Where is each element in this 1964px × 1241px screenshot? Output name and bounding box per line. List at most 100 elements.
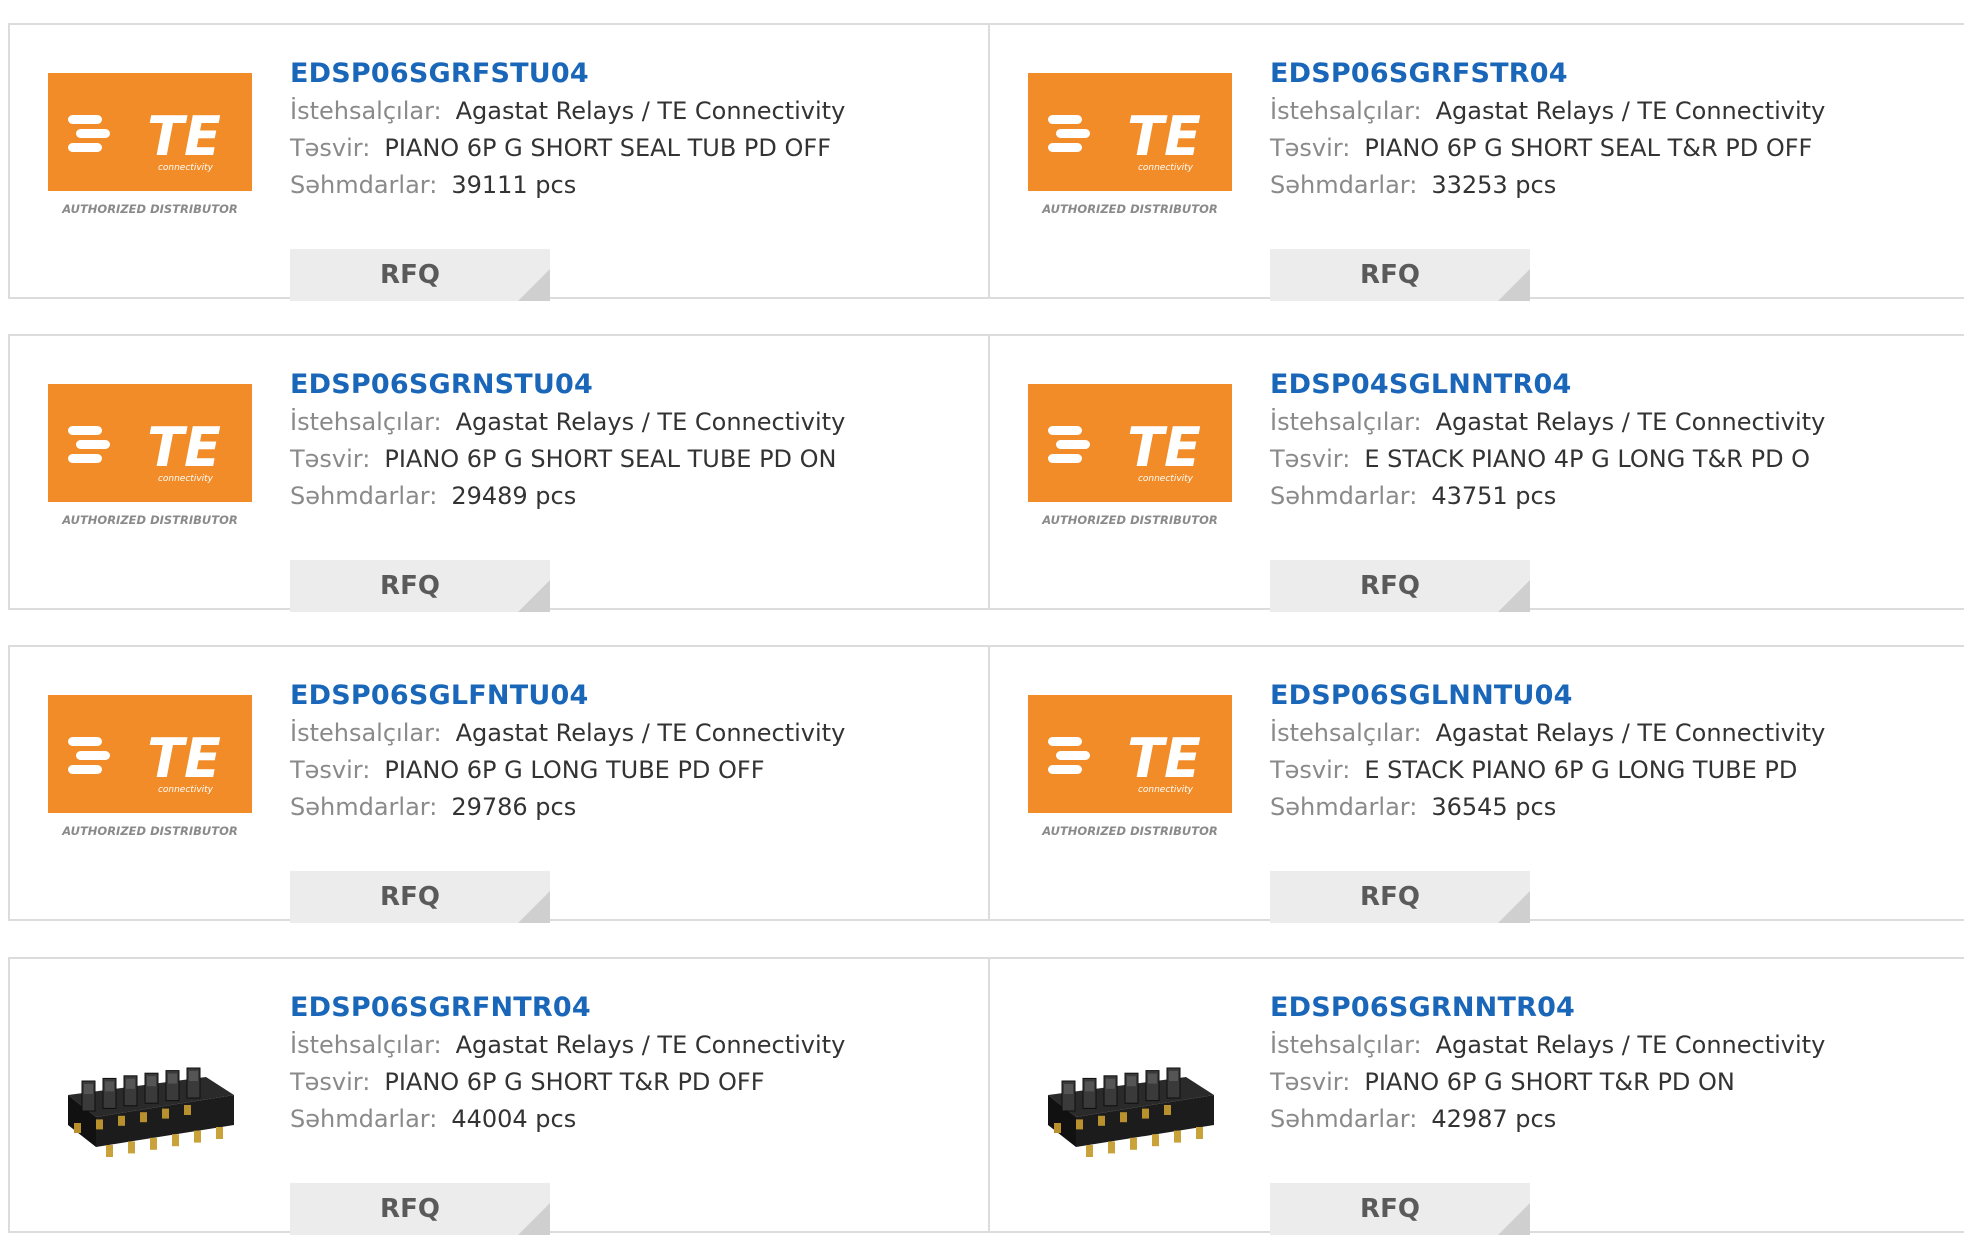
part-number-link[interactable]: EDSP06SGRNSTU04 <box>290 366 593 404</box>
manufacturer-line: İstehsalçılar: Agastat Relays / TE Connec… <box>290 93 970 130</box>
logo-brand: TE <box>1127 416 1201 479</box>
rfq-button[interactable]: RFQ <box>1270 560 1530 612</box>
manufacturer-line: İstehsalçılar: Agastat Relays / TE Connec… <box>1270 1027 1950 1064</box>
rfq-button[interactable]: RFQ <box>1270 871 1530 923</box>
product-info: EDSP06SGRNSTU04 İstehsalçılar: Agastat Rel… <box>290 366 970 612</box>
manufacturer-value: Agastat Relays / TE Connectivity <box>455 408 846 436</box>
stock-line: Səhmdarlar: 29489 pcs <box>290 478 970 515</box>
product-info: EDSP06SGRFSTR04 İstehsalçılar: Agastat Rel… <box>1270 55 1950 301</box>
logo-brand: TE <box>147 105 221 168</box>
description-label: Təsvir: <box>290 445 371 473</box>
part-number-link[interactable]: EDSP06SGRFSTU04 <box>290 55 589 93</box>
description-line: Təsvir: PIANO 6P G SHORT T&R PD ON <box>1270 1064 1950 1101</box>
dip-switch-product-image[interactable] <box>1028 1007 1232 1193</box>
rfq-label: RFQ <box>380 1194 440 1224</box>
manufacturer-label: İstehsalçılar: <box>1270 408 1422 436</box>
rfq-button[interactable]: RFQ <box>1270 1183 1530 1235</box>
logo-tagline: connectivity <box>1138 163 1194 173</box>
product-card: EDSP06SGRNNTR04 İstehsalçılar: Agastat Rel… <box>988 959 1964 1235</box>
te-connectivity-logo[interactable]: TE connectivity AUTHORIZED DISTRIBUTOR <box>48 384 252 570</box>
description-value: PIANO 6P G SHORT SEAL TUBE PD ON <box>384 445 837 473</box>
rfq-button[interactable]: RFQ <box>290 249 550 301</box>
product-info: EDSP06SGLFNTU04 İstehsalçılar: Agastat Rel… <box>290 677 970 923</box>
logo-tagline: connectivity <box>158 474 214 484</box>
manufacturer-label: İstehsalçılar: <box>290 408 442 436</box>
description-label: Təsvir: <box>1270 1068 1351 1096</box>
stock-label: Səhmdarlar: <box>290 1105 438 1133</box>
manufacturer-value: Agastat Relays / TE Connectivity <box>1435 1031 1826 1059</box>
manufacturer-value: Agastat Relays / TE Connectivity <box>1435 97 1826 125</box>
logo-caption: AUTHORIZED DISTRIBUTOR <box>61 513 238 527</box>
description-value: PIANO 6P G SHORT T&R PD OFF <box>384 1068 765 1096</box>
stock-value: 33253 pcs <box>1431 171 1557 199</box>
manufacturer-value: Agastat Relays / TE Connectivity <box>1435 719 1826 747</box>
description-value: E STACK PIANO 4P G LONG T&R PD O <box>1364 445 1811 473</box>
description-line: Təsvir: PIANO 6P G SHORT T&R PD OFF <box>290 1064 970 1101</box>
description-value: PIANO 6P G LONG TUBE PD OFF <box>384 756 765 784</box>
stock-line: Səhmdarlar: 33253 pcs <box>1270 167 1950 204</box>
part-number-link[interactable]: EDSP06SGLNNTU04 <box>1270 677 1573 715</box>
te-connectivity-logo[interactable]: TE connectivity AUTHORIZED DISTRIBUTOR <box>1028 384 1232 570</box>
rfq-button[interactable]: RFQ <box>290 560 550 612</box>
product-info: EDSP06SGRNNTR04 İstehsalçılar: Agastat Rel… <box>1270 989 1950 1235</box>
stock-value: 39111 pcs <box>451 171 577 199</box>
rfq-button[interactable]: RFQ <box>290 871 550 923</box>
product-card: TE connectivity AUTHORIZED DISTRIBUTOR EDSP… <box>988 25 1964 301</box>
te-connectivity-logo[interactable]: TE connectivity AUTHORIZED DISTRIBUTOR <box>48 73 252 259</box>
te-connectivity-logo[interactable]: TE connectivity AUTHORIZED DISTRIBUTOR <box>48 695 252 881</box>
description-label: Təsvir: <box>1270 445 1351 473</box>
logo-caption: AUTHORIZED DISTRIBUTOR <box>61 202 238 216</box>
logo-caption: AUTHORIZED DISTRIBUTOR <box>1041 513 1218 527</box>
part-number-link[interactable]: EDSP06SGRNNTR04 <box>1270 989 1575 1027</box>
description-value: PIANO 6P G SHORT SEAL TUB PD OFF <box>384 134 831 162</box>
part-number-link[interactable]: EDSP04SGLNNTR04 <box>1270 366 1571 404</box>
description-label: Təsvir: <box>290 756 371 784</box>
te-connectivity-logo[interactable]: TE connectivity AUTHORIZED DISTRIBUTOR <box>1028 695 1232 881</box>
stock-label: Səhmdarlar: <box>290 171 438 199</box>
manufacturer-label: İstehsalçılar: <box>290 719 442 747</box>
product-card: TE connectivity AUTHORIZED DISTRIBUTOR EDSP… <box>988 336 1964 612</box>
description-line: Təsvir: E STACK PIANO 6P G LONG TUBE PD <box>1270 752 1950 789</box>
description-line: Təsvir: PIANO 6P G SHORT SEAL T&R PD OFF <box>1270 130 1950 167</box>
part-number-link[interactable]: EDSP06SGRFSTR04 <box>1270 55 1568 93</box>
description-line: Təsvir: PIANO 6P G LONG TUBE PD OFF <box>290 752 970 789</box>
manufacturer-line: İstehsalçılar: Agastat Relays / TE Connec… <box>290 404 970 441</box>
product-card: EDSP06SGRFNTR04 İstehsalçılar: Agastat Rel… <box>10 959 988 1235</box>
logo-brand: TE <box>1127 105 1201 168</box>
product-row: EDSP06SGRFNTR04 İstehsalçılar: Agastat Rel… <box>8 957 1964 1235</box>
rfq-label: RFQ <box>380 882 440 912</box>
button-corner-decoration <box>1498 269 1530 301</box>
stock-label: Səhmdarlar: <box>1270 171 1418 199</box>
rfq-label: RFQ <box>1360 882 1420 912</box>
stock-label: Səhmdarlar: <box>1270 1105 1418 1133</box>
te-connectivity-logo[interactable]: TE connectivity AUTHORIZED DISTRIBUTOR <box>1028 73 1232 259</box>
part-number-link[interactable]: EDSP06SGLFNTU04 <box>290 677 588 715</box>
manufacturer-label: İstehsalçılar: <box>1270 97 1422 125</box>
product-card: TE connectivity AUTHORIZED DISTRIBUTOR EDSP… <box>10 647 988 923</box>
stock-value: 44004 pcs <box>451 1105 577 1133</box>
product-row: TE connectivity AUTHORIZED DISTRIBUTOR EDSP… <box>8 23 1964 301</box>
stock-value: 36545 pcs <box>1431 793 1557 821</box>
manufacturer-line: İstehsalçılar: Agastat Relays / TE Connec… <box>1270 93 1950 130</box>
manufacturer-value: Agastat Relays / TE Connectivity <box>455 97 846 125</box>
manufacturer-value: Agastat Relays / TE Connectivity <box>455 1031 846 1059</box>
stock-label: Səhmdarlar: <box>290 482 438 510</box>
part-number-link[interactable]: EDSP06SGRFNTR04 <box>290 989 591 1027</box>
logo-tagline: connectivity <box>1138 785 1194 795</box>
product-row: TE connectivity AUTHORIZED DISTRIBUTOR EDSP… <box>8 334 1964 612</box>
stock-value: 29786 pcs <box>451 793 577 821</box>
dip-switch-product-image[interactable] <box>48 1007 252 1193</box>
stock-label: Səhmdarlar: <box>1270 793 1418 821</box>
button-corner-decoration <box>1498 580 1530 612</box>
stock-label: Səhmdarlar: <box>1270 482 1418 510</box>
logo-brand: TE <box>147 727 221 790</box>
button-corner-decoration <box>518 891 550 923</box>
rfq-button[interactable]: RFQ <box>290 1183 550 1235</box>
manufacturer-label: İstehsalçılar: <box>1270 1031 1422 1059</box>
rfq-label: RFQ <box>380 571 440 601</box>
description-line: Təsvir: PIANO 6P G SHORT SEAL TUB PD OFF <box>290 130 970 167</box>
description-value: PIANO 6P G SHORT SEAL T&R PD OFF <box>1364 134 1813 162</box>
rfq-button[interactable]: RFQ <box>1270 249 1530 301</box>
product-row: TE connectivity AUTHORIZED DISTRIBUTOR EDSP… <box>8 645 1964 923</box>
product-card: TE connectivity AUTHORIZED DISTRIBUTOR EDSP… <box>10 25 988 301</box>
